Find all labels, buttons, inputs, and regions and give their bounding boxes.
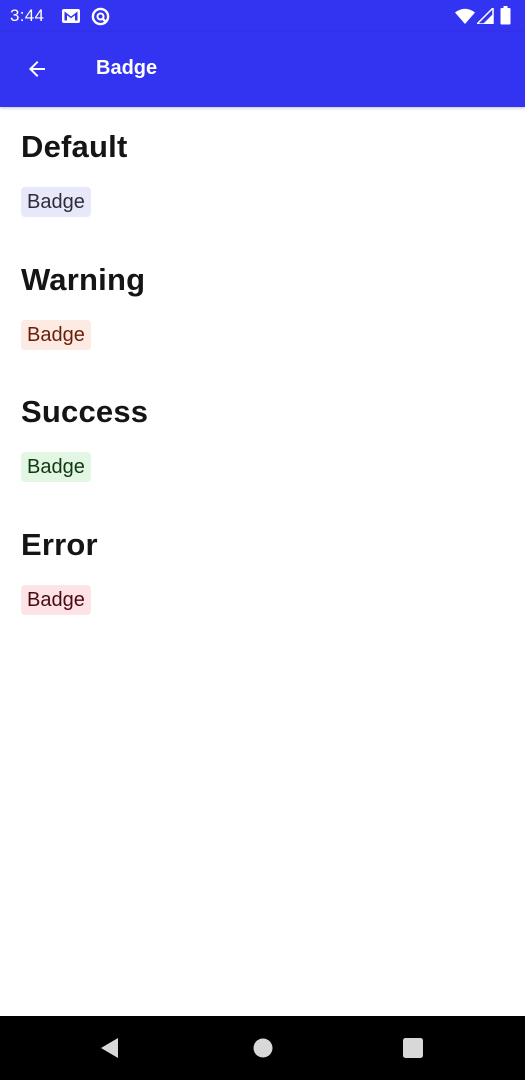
system-nav-bar bbox=[0, 1016, 525, 1080]
nav-home-button[interactable] bbox=[251, 1036, 275, 1060]
nav-recents-button[interactable] bbox=[401, 1036, 425, 1060]
nav-back-button[interactable] bbox=[98, 1036, 122, 1060]
section-heading: Default bbox=[21, 129, 128, 164]
badge-list: Default Badge Warning Badge Success Badg… bbox=[21, 107, 505, 637]
vpn-icon bbox=[91, 7, 110, 31]
badge-error: Badge bbox=[21, 584, 91, 615]
section-default: Default Badge bbox=[21, 107, 505, 240]
section-heading: Warning bbox=[21, 261, 146, 297]
status-time: 3:44 bbox=[10, 6, 45, 25]
app-bar: Badge bbox=[0, 32, 525, 107]
section-error: Error Badge bbox=[21, 505, 505, 638]
section-heading: Success bbox=[21, 394, 149, 429]
back-triangle-icon bbox=[101, 1038, 118, 1058]
section-heading: Error bbox=[21, 526, 98, 562]
badge-warning: Badge bbox=[21, 319, 91, 350]
arrow-back-icon bbox=[29, 61, 45, 77]
page-title: Badge bbox=[96, 57, 158, 79]
badge-default: Badge bbox=[21, 187, 91, 217]
status-bar: 3:44 bbox=[0, 0, 525, 32]
gmail-icon bbox=[61, 7, 81, 30]
wifi-icon bbox=[455, 8, 475, 29]
section-warning: Warning Badge bbox=[21, 240, 505, 373]
badge-success: Badge bbox=[21, 452, 91, 482]
recents-square-icon bbox=[403, 1038, 423, 1058]
back-button[interactable] bbox=[14, 46, 60, 92]
battery-icon bbox=[500, 6, 511, 30]
section-success: Success Badge bbox=[21, 372, 505, 505]
signal-icon bbox=[475, 6, 494, 29]
home-circle-icon bbox=[253, 1038, 273, 1058]
